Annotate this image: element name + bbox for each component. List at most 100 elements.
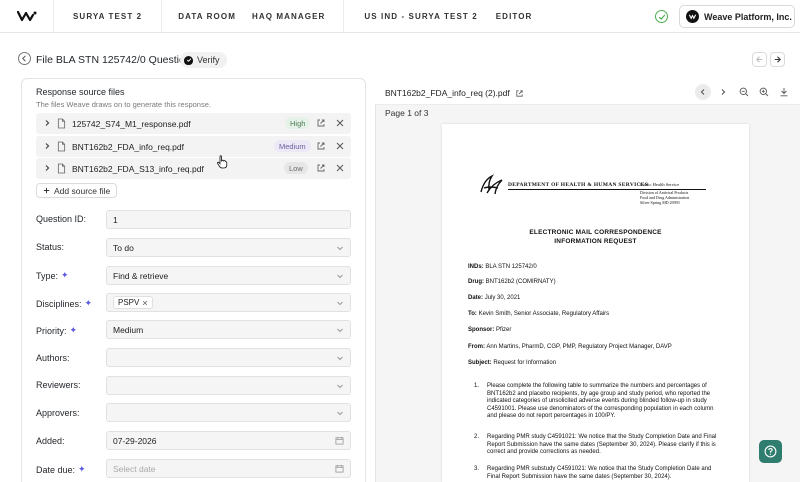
reviewers-label: Reviewers:: [36, 380, 81, 390]
status-select[interactable]: To do: [106, 238, 351, 257]
chevron-left-icon: [700, 89, 705, 95]
hhs-department: DEPARTMENT OF HEALTH & HUMAN SERVICES: [508, 182, 649, 188]
nav-item-data-room[interactable]: DATA ROOM: [178, 0, 236, 33]
zoom-in-icon: [759, 87, 769, 97]
authors-select[interactable]: [106, 348, 351, 367]
nav-item-haq-manager[interactable]: HAQ MANAGER: [252, 0, 325, 33]
question-id-input[interactable]: 1: [106, 210, 351, 229]
priority-label: Priority: ✦: [36, 325, 78, 336]
calendar-icon[interactable]: [335, 436, 344, 445]
source-files-subtitle: The files Weave draws on to generate thi…: [36, 100, 211, 109]
hand-cursor-icon: [217, 155, 228, 169]
hhs-division-block: Division of Antiviral Products Food and …: [640, 190, 690, 205]
plus-icon: [43, 187, 50, 194]
page-indicator: Page 1 of 3: [385, 108, 429, 118]
added-date-input[interactable]: 07-29-2026: [106, 431, 351, 450]
previous-page-button[interactable]: [695, 84, 711, 100]
pdf-subject: Subject: Request for Information: [468, 360, 557, 366]
external-link-icon[interactable]: [515, 89, 524, 98]
chevron-right-icon[interactable]: [43, 164, 51, 172]
zoom-out-button[interactable]: [736, 84, 752, 100]
source-file-row[interactable]: BNT162b2_FDA_info_req.pdf Medium: [36, 136, 351, 157]
nav-item-editor[interactable]: EDITOR: [496, 0, 533, 33]
external-link-icon[interactable]: [316, 141, 326, 151]
file-icon: [57, 141, 66, 152]
type-select[interactable]: Find & retrieve: [106, 266, 351, 285]
external-link-icon[interactable]: [316, 118, 326, 128]
approvers-label: Approvers:: [36, 408, 80, 418]
pdf-date: Date: July 30, 2021: [468, 295, 521, 301]
org-logo-icon: [686, 10, 699, 23]
status-label: Status:: [36, 242, 65, 252]
chevron-down-icon: [337, 301, 343, 306]
org-switcher-button[interactable]: Weave Platform, Inc.: [679, 5, 795, 28]
calendar-icon[interactable]: [335, 464, 344, 473]
chevron-down-icon: [337, 411, 343, 416]
chevron-down-icon: [337, 384, 343, 389]
zoom-out-icon: [739, 87, 749, 97]
source-file-row[interactable]: 125742_S74_M1_response.pdf High: [36, 113, 351, 134]
download-button[interactable]: [776, 84, 792, 100]
pdf-to: To: Kevin Smith, Senior Associate, Regul…: [468, 311, 610, 317]
file-icon: [57, 163, 66, 174]
help-button[interactable]: [759, 440, 782, 463]
chevron-right-icon[interactable]: [43, 142, 51, 150]
saved-check-icon: [655, 10, 668, 23]
disciplines-label: Disciplines: ✦: [36, 298, 93, 309]
relevance-badge: Medium: [274, 140, 311, 152]
remove-icon[interactable]: [335, 118, 345, 128]
chevron-right-icon[interactable]: [43, 119, 51, 127]
nav-item-us-ind[interactable]: US IND - SURYA TEST 2: [364, 0, 477, 33]
verify-label: Verify: [197, 55, 220, 65]
reviewers-select[interactable]: [106, 376, 351, 395]
external-link-icon[interactable]: [316, 163, 326, 173]
hhs-seal-icon: [480, 174, 503, 195]
remove-icon[interactable]: [335, 141, 345, 151]
verify-button[interactable]: Verify: [180, 52, 227, 68]
page-title: File BLA STN 125742/0 Question 1: [36, 54, 200, 66]
close-icon[interactable]: [142, 300, 148, 306]
remove-icon[interactable]: [335, 163, 345, 173]
pdf-page: DEPARTMENT OF HEALTH & HUMAN SERVICES Pu…: [442, 124, 749, 482]
org-name: Weave Platform, Inc.: [704, 11, 792, 22]
chevron-down-icon: [337, 246, 343, 251]
back-button[interactable]: [18, 52, 31, 65]
source-files-title: Response source files: [36, 87, 125, 97]
viewer-file-name: BNT162b2_FDA_info_req (2).pdf: [385, 88, 510, 98]
source-file-row[interactable]: BNT162b2_FDA_S13_info_req.pdf Low: [36, 158, 351, 179]
next-page-button[interactable]: [715, 84, 731, 100]
pdf-inds: INDs: BLA STN 125742/0: [468, 264, 537, 270]
zoom-in-button[interactable]: [756, 84, 772, 100]
chevron-left-icon: [22, 55, 26, 62]
shield-check-icon: [184, 55, 193, 65]
date-due-label: Date due: ✦: [36, 464, 86, 475]
type-label: Type: ✦: [36, 270, 69, 281]
weave-logo[interactable]: [0, 0, 54, 33]
file-icon: [57, 118, 66, 129]
next-question-button[interactable]: [770, 52, 785, 67]
ai-sparkle-icon: ✦: [78, 464, 86, 474]
nav-divider: [343, 0, 345, 33]
priority-select[interactable]: Medium: [106, 320, 351, 339]
added-label: Added:: [36, 436, 65, 446]
source-file-name: BNT162b2_FDA_S13_info_req.pdf: [72, 164, 204, 174]
chevron-right-icon: [721, 89, 726, 95]
approvers-select[interactable]: [106, 403, 351, 422]
viewer-file-title: BNT162b2_FDA_info_req (2).pdf: [385, 88, 524, 98]
chevron-down-icon: [337, 274, 343, 279]
disciplines-select[interactable]: PSPV: [106, 293, 351, 312]
ai-sparkle-icon: ✦: [61, 270, 69, 280]
previous-question-button[interactable]: [752, 52, 767, 67]
pdf-drug: Drug: BNT162b2 (COMIRNATY): [468, 279, 556, 285]
chevron-down-icon: [337, 356, 343, 361]
relevance-badge: Low: [284, 162, 308, 174]
chevron-down-icon: [337, 328, 343, 333]
source-file-name: BNT162b2_FDA_info_req.pdf: [72, 142, 184, 152]
pdf-from: From: Ann Martins, PharmD, CGP, PMP, Reg…: [468, 344, 672, 350]
nav-item-project[interactable]: SURYA TEST 2: [73, 0, 142, 33]
weave-logo-icon: [16, 10, 36, 22]
date-due-input[interactable]: Select date: [106, 459, 351, 478]
discipline-chip[interactable]: PSPV: [113, 296, 154, 309]
hhs-public-health: Public Health Service: [640, 182, 680, 187]
add-source-file-button[interactable]: Add source file: [36, 183, 118, 198]
